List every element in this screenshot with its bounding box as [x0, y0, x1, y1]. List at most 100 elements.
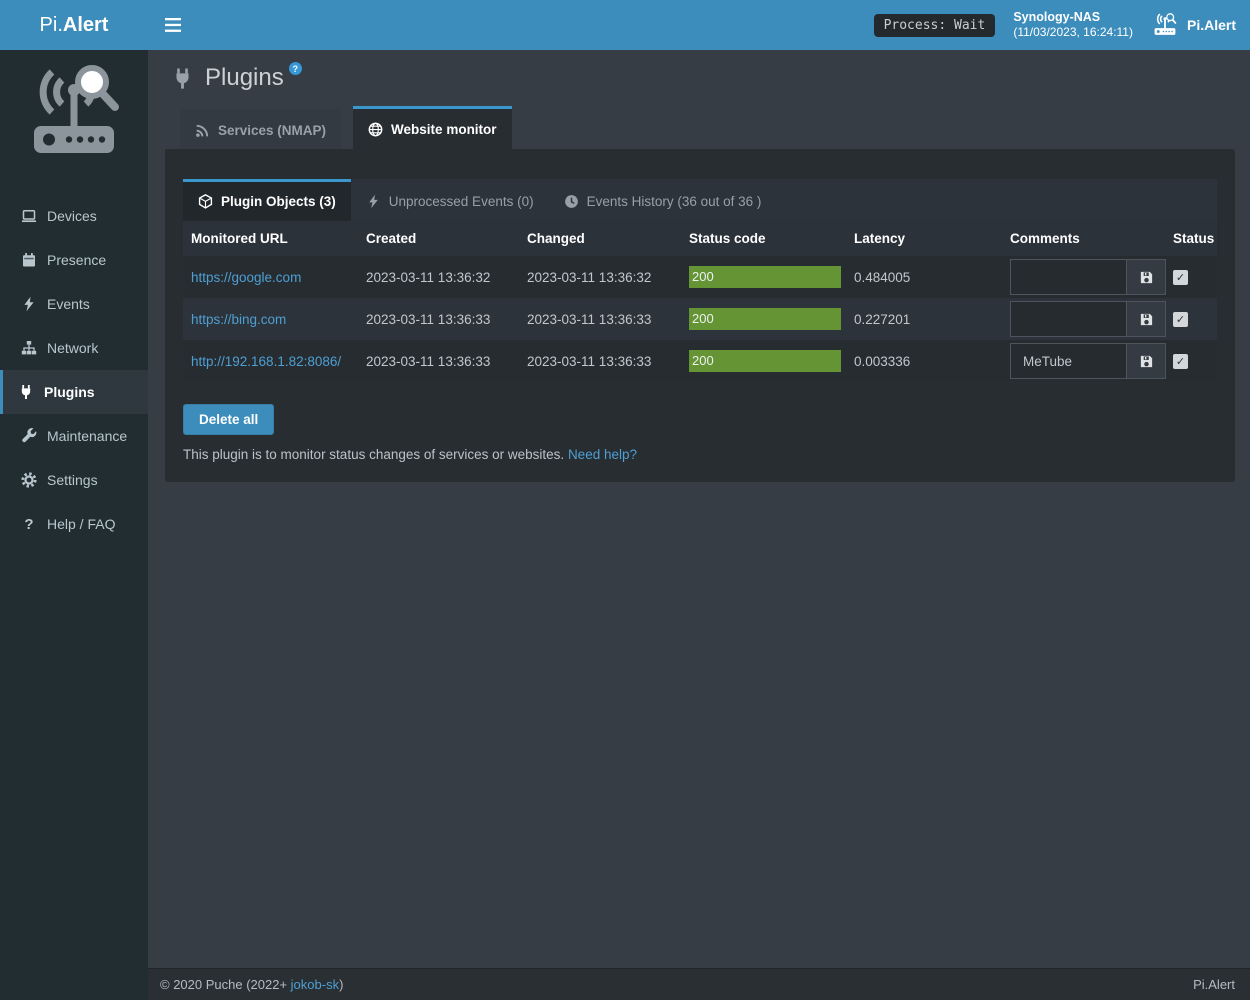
column-header-latency: Latency — [846, 221, 1002, 256]
status-code-bar: 200 — [689, 308, 841, 330]
sidebar-item-events[interactable]: Events — [0, 282, 148, 326]
table-row: https://bing.com 2023-03-11 13:36:332023-… — [183, 298, 1217, 340]
status-code-bar: 200 — [689, 350, 841, 372]
plugin-description: This plugin is to monitor status changes… — [183, 447, 1217, 462]
cube-icon — [198, 194, 213, 209]
monitored-url-link[interactable]: https://google.com — [191, 270, 301, 285]
footer: © 2020 Puche (2022+ jokob-sk) Pi.Alert — [148, 968, 1250, 1000]
footer-copyright: © 2020 Puche (2022+ — [160, 977, 287, 992]
pialert-router-logo — [0, 50, 148, 174]
main-tabs: Services (NMAP) Website monitor — [180, 106, 1235, 149]
tab-website-monitor[interactable]: Website monitor — [353, 106, 512, 149]
plugin-subtabs: Plugin Objects (3) Unprocessed Events (0)… — [183, 179, 1217, 221]
main-content: Plugins ? Services (NMAP) Website monitor… — [148, 50, 1250, 968]
footer-credits: © 2020 Puche (2022+ jokob-sk) — [160, 977, 343, 992]
sidebar-item-help-faq[interactable]: ?Help / FAQ — [0, 502, 148, 546]
comment-input[interactable] — [1011, 344, 1127, 378]
wrench-icon — [21, 428, 37, 444]
sidebar-item-label: Help / FAQ — [47, 516, 115, 532]
save-comment-button[interactable] — [1127, 344, 1165, 378]
save-comment-button[interactable] — [1127, 260, 1165, 294]
app-name: Pi.Alert — [1187, 17, 1236, 33]
monitored-url-link[interactable]: http://192.168.1.82:8086/ — [191, 354, 341, 369]
subtab-label: Events History (36 out of 36 ) — [587, 194, 762, 209]
sidebar-item-label: Events — [47, 296, 90, 312]
monitored-url-link[interactable]: https://bing.com — [191, 312, 286, 327]
sidebar-item-label: Presence — [47, 252, 106, 268]
tab-services-nmap[interactable]: Services (NMAP) — [180, 109, 341, 149]
calendar-icon — [21, 252, 37, 268]
sitemap-icon — [21, 340, 37, 356]
save-comment-button[interactable] — [1127, 302, 1165, 336]
tab-label: Services (NMAP) — [218, 123, 326, 138]
brand-logo: Pi.Alert — [0, 0, 148, 50]
latency-cell: 0.484005 — [846, 256, 1002, 298]
sidebar: Devices Presence Events Network Plugins Maint… — [0, 50, 148, 1000]
changed-cell: 2023-03-11 13:36:33 — [519, 298, 681, 340]
brand-suffix: Alert — [63, 14, 109, 37]
plug-icon — [171, 67, 194, 90]
status-checkbox[interactable]: ✓ — [1173, 312, 1188, 327]
comment-input[interactable] — [1011, 260, 1127, 294]
sidebar-item-plugins[interactable]: Plugins — [0, 370, 148, 414]
subtab-events-history-36-out-of-36[interactable]: Events History (36 out of 36 ) — [549, 179, 777, 221]
globe-icon — [368, 122, 383, 137]
table-header-row: Monitored URLCreatedChangedStatus codeLa… — [183, 221, 1217, 256]
comment-input-group — [1010, 301, 1166, 337]
sidebar-item-settings[interactable]: Settings — [0, 458, 148, 502]
column-header-comments: Comments — [1002, 221, 1165, 256]
sidebar-nav: Devices Presence Events Network Plugins Maint… — [0, 194, 148, 546]
footer-author-link[interactable]: jokob-sk — [291, 977, 339, 992]
tab-label: Website monitor — [391, 122, 497, 137]
column-header-monitored-url: Monitored URL — [183, 221, 358, 256]
bolt-icon — [21, 296, 37, 312]
column-header-changed: Changed — [519, 221, 681, 256]
process-status-badge: Process: Wait — [874, 14, 996, 37]
floppy-icon — [1139, 312, 1154, 327]
brand-prefix: Pi. — [40, 14, 63, 37]
sidebar-item-label: Network — [47, 340, 98, 356]
sidebar-item-label: Maintenance — [47, 428, 127, 444]
table-row: http://192.168.1.82:8086/2023-03-11 13:3… — [183, 340, 1217, 382]
subtab-plugin-objects-3[interactable]: Plugin Objects (3) — [183, 179, 351, 221]
top-bar: Pi.Alert Process: Wait Synology-NAS (11/… — [0, 0, 1250, 50]
sidebar-item-label: Settings — [47, 472, 98, 488]
comment-input[interactable] — [1011, 302, 1127, 336]
floppy-icon — [1139, 270, 1154, 285]
device-timestamp: (11/03/2023, 16:24:11) — [1013, 25, 1133, 41]
created-cell: 2023-03-11 13:36:33 — [358, 298, 519, 340]
status-checkbox[interactable]: ✓ — [1173, 354, 1188, 369]
sidebar-toggle-button[interactable] — [148, 0, 194, 50]
status-checkbox[interactable]: ✓ — [1173, 270, 1188, 285]
bolt-icon — [366, 194, 381, 209]
sidebar-item-network[interactable]: Network — [0, 326, 148, 370]
column-header-status-code: Status code — [681, 221, 846, 256]
subtab-unprocessed-events-0[interactable]: Unprocessed Events (0) — [351, 179, 549, 221]
latency-cell: 0.227201 — [846, 298, 1002, 340]
gear-icon — [21, 472, 37, 488]
subtab-label: Unprocessed Events (0) — [389, 194, 534, 209]
sidebar-item-devices[interactable]: Devices — [0, 194, 148, 238]
topbar-spacer — [194, 0, 874, 50]
monitored-urls-table: Monitored URLCreatedChangedStatus codeLa… — [183, 221, 1217, 382]
footer-suffix: ) — [339, 977, 343, 992]
clock-icon — [564, 194, 579, 209]
changed-cell: 2023-03-11 13:36:32 — [519, 256, 681, 298]
need-help-link[interactable]: Need help? — [568, 447, 637, 462]
created-cell: 2023-03-11 13:36:32 — [358, 256, 519, 298]
comment-input-group — [1010, 343, 1166, 379]
changed-cell: 2023-03-11 13:36:33 — [519, 340, 681, 382]
sidebar-item-label: Devices — [47, 208, 97, 224]
delete-all-button[interactable]: Delete all — [183, 404, 274, 435]
hamburger-icon — [165, 18, 181, 32]
column-header-created: Created — [358, 221, 519, 256]
device-info: Synology-NAS (11/03/2023, 16:24:11) — [1013, 9, 1133, 41]
laptop-icon — [21, 208, 37, 224]
app-identity: Pi.Alert — [1151, 12, 1236, 38]
floppy-icon — [1139, 354, 1154, 369]
sidebar-item-maintenance[interactable]: Maintenance — [0, 414, 148, 458]
column-header-status: Status — [1165, 221, 1217, 256]
sidebar-item-presence[interactable]: Presence — [0, 238, 148, 282]
help-badge[interactable]: ? — [289, 62, 302, 75]
page-header: Plugins ? — [171, 64, 1235, 92]
